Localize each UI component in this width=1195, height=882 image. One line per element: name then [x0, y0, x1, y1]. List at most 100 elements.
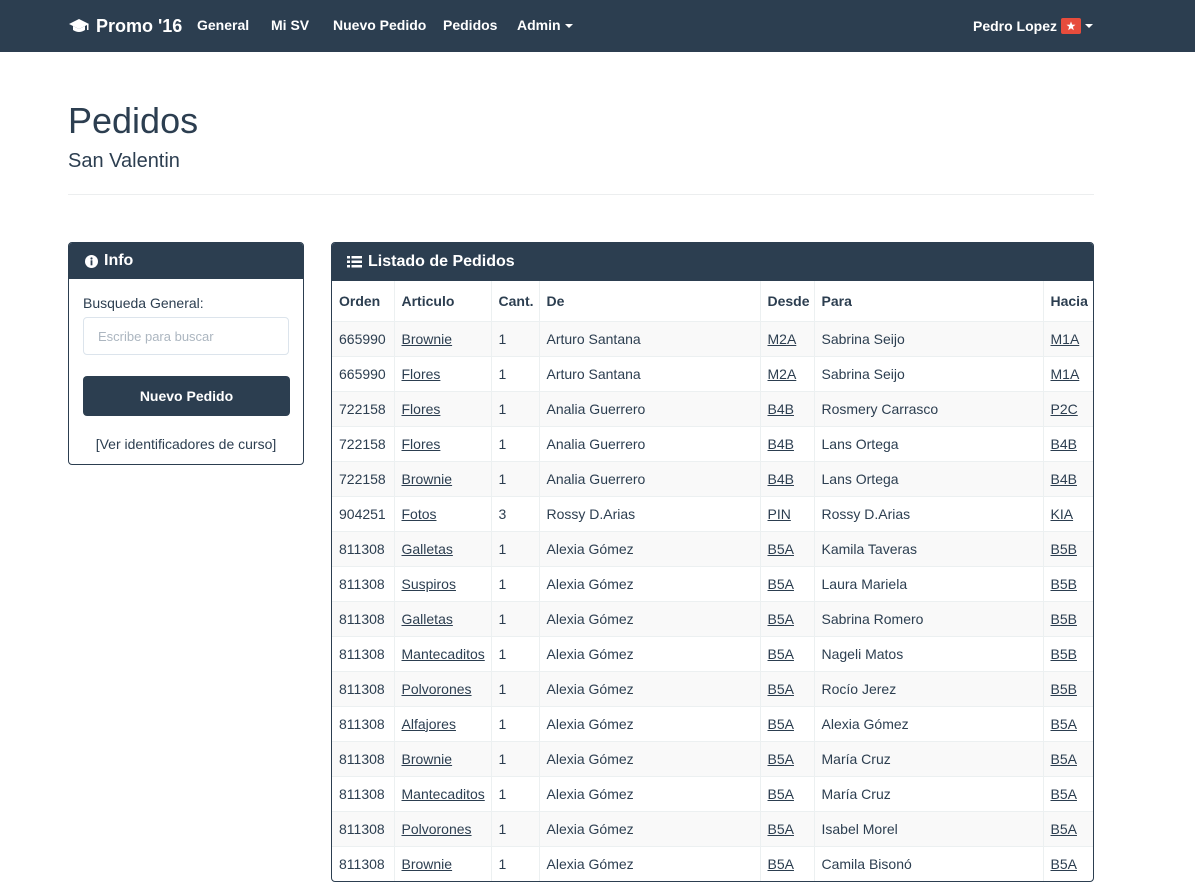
cell-sender: Alexia Gómez — [539, 635, 761, 671]
col-para[interactable]: Para — [814, 281, 1044, 321]
to-course-link[interactable]: P2C — [1051, 401, 1078, 417]
article-link[interactable]: Suspiros — [402, 576, 456, 592]
from-course-link[interactable]: B4B — [768, 401, 794, 417]
new-order-button[interactable]: Nuevo Pedido — [83, 376, 290, 416]
from-course-link[interactable]: M2A — [768, 331, 797, 347]
from-course-link[interactable]: PIN — [768, 506, 791, 522]
table-row: 904251 Fotos 3 Rossy D.Arias PIN Rossy D.Aria… — [332, 495, 1093, 531]
col-cantidad[interactable]: Cant. — [491, 281, 540, 321]
cell-order-id: 811308 — [332, 775, 395, 811]
table-row: 811308 Brownie 1 Alexia Gómez B5A Camila Biso… — [332, 845, 1093, 881]
col-orden[interactable]: Orden — [332, 281, 395, 321]
to-course-link[interactable]: M1A — [1051, 331, 1080, 347]
to-course-link[interactable]: B5B — [1051, 646, 1077, 662]
article-link[interactable]: Flores — [402, 401, 441, 417]
from-course-link[interactable]: B4B — [768, 436, 794, 452]
table-row: 722158 Flores 1 Analia Guerrero B4B Rosmery C… — [332, 390, 1093, 426]
cell-from-course-link: M2A — [760, 355, 815, 391]
cell-article-link: Galletas — [394, 530, 492, 566]
user-menu[interactable]: Pedro Lopez — [973, 0, 1093, 52]
article-link[interactable]: Alfajores — [402, 716, 456, 732]
orders-table: Orden Articulo Cant. De Desde Para Hacia… — [332, 281, 1093, 881]
col-hacia[interactable]: Hacia — [1043, 281, 1093, 321]
to-course-link[interactable]: B4B — [1051, 436, 1077, 452]
nav-mi-sv[interactable]: Mi SV — [271, 0, 309, 52]
article-link[interactable]: Fotos — [402, 506, 437, 522]
from-course-link[interactable]: B5A — [768, 856, 794, 872]
from-course-link[interactable]: B5A — [768, 821, 794, 837]
cell-article-link: Alfajores — [394, 705, 492, 741]
article-link[interactable]: Polvorones — [402, 681, 472, 697]
cell-to-course-link: B5A — [1043, 775, 1093, 811]
info-circle-icon — [85, 254, 98, 268]
from-course-link[interactable]: B4B — [768, 471, 794, 487]
from-course-link[interactable]: B5A — [768, 646, 794, 662]
cell-sender: Analia Guerrero — [539, 460, 761, 496]
star-icon — [1066, 21, 1076, 31]
to-course-link[interactable]: B5A — [1051, 786, 1077, 802]
article-link[interactable]: Polvorones — [402, 821, 472, 837]
to-course-link[interactable]: B4B — [1051, 471, 1077, 487]
nav-admin-dropdown[interactable]: Admin — [517, 0, 573, 52]
to-course-link[interactable]: B5A — [1051, 716, 1077, 732]
caret-down-icon — [564, 24, 573, 29]
cell-from-course-link: B5A — [760, 740, 815, 776]
from-course-link[interactable]: B5A — [768, 681, 794, 697]
from-course-link[interactable]: B5A — [768, 541, 794, 557]
article-link[interactable]: Brownie — [402, 751, 453, 767]
cell-article-link: Fotos — [394, 495, 492, 531]
cell-quantity: 3 — [491, 495, 540, 531]
brand-link[interactable]: Promo '16 — [68, 0, 182, 52]
article-link[interactable]: Galletas — [402, 611, 453, 627]
from-course-link[interactable]: B5A — [768, 751, 794, 767]
to-course-link[interactable]: B5B — [1051, 541, 1077, 557]
from-course-link[interactable]: B5A — [768, 576, 794, 592]
to-course-link[interactable]: B5B — [1051, 576, 1077, 592]
to-course-link[interactable]: M1A — [1051, 366, 1080, 382]
to-course-link[interactable]: B5A — [1051, 821, 1077, 837]
to-course-link[interactable]: B5B — [1051, 611, 1077, 627]
nav-nuevo-pedido[interactable]: Nuevo Pedido — [333, 0, 426, 52]
cell-article-link: Mantecaditos — [394, 775, 492, 811]
cell-order-id: 811308 — [332, 530, 395, 566]
cell-order-id: 811308 — [332, 670, 395, 706]
col-de[interactable]: De — [539, 281, 761, 321]
to-course-link[interactable]: KIA — [1051, 506, 1074, 522]
article-link[interactable]: Mantecaditos — [402, 646, 485, 662]
cell-article-link: Polvorones — [394, 810, 492, 846]
cell-order-id: 722158 — [332, 390, 395, 426]
info-panel-body: Busqueda General: Nuevo Pedido [Ver iden… — [69, 279, 303, 464]
article-link[interactable]: Brownie — [402, 471, 453, 487]
nav-general[interactable]: General — [197, 0, 249, 52]
cell-order-id: 722158 — [332, 460, 395, 496]
article-link[interactable]: Mantecaditos — [402, 786, 485, 802]
nav-pedidos[interactable]: Pedidos — [443, 0, 497, 52]
from-course-link[interactable]: B5A — [768, 786, 794, 802]
cell-to-course-link: B5A — [1043, 705, 1093, 741]
cell-recipient: Laura Mariela — [814, 565, 1044, 601]
from-course-link[interactable]: B5A — [768, 716, 794, 732]
to-course-link[interactable]: B5B — [1051, 681, 1077, 697]
search-input[interactable] — [83, 317, 289, 355]
to-course-link[interactable]: B5A — [1051, 751, 1077, 767]
info-panel-heading: Info — [69, 243, 303, 279]
article-link[interactable]: Flores — [402, 366, 441, 382]
table-row: 811308 Alfajores 1 Alexia Gómez B5A Alexia Gó… — [332, 705, 1093, 741]
cell-recipient: Sabrina Seijo — [814, 355, 1044, 391]
cell-order-id: 811308 — [332, 740, 395, 776]
article-link[interactable]: Brownie — [402, 856, 453, 872]
to-course-link[interactable]: B5A — [1051, 856, 1077, 872]
orders-panel-title: Listado de Pedidos — [368, 253, 515, 270]
article-link[interactable]: Brownie — [402, 331, 453, 347]
col-desde[interactable]: Desde — [760, 281, 815, 321]
course-ids-link[interactable]: [Ver identificadores de curso] — [83, 436, 289, 452]
col-articulo[interactable]: Articulo — [394, 281, 492, 321]
search-label: Busqueda General: — [83, 295, 204, 311]
article-link[interactable]: Flores — [402, 436, 441, 452]
cell-sender: Alexia Gómez — [539, 775, 761, 811]
cell-sender: Alexia Gómez — [539, 740, 761, 776]
article-link[interactable]: Galletas — [402, 541, 453, 557]
from-course-link[interactable]: M2A — [768, 366, 797, 382]
cell-to-course-link: KIA — [1043, 495, 1093, 531]
from-course-link[interactable]: B5A — [768, 611, 794, 627]
